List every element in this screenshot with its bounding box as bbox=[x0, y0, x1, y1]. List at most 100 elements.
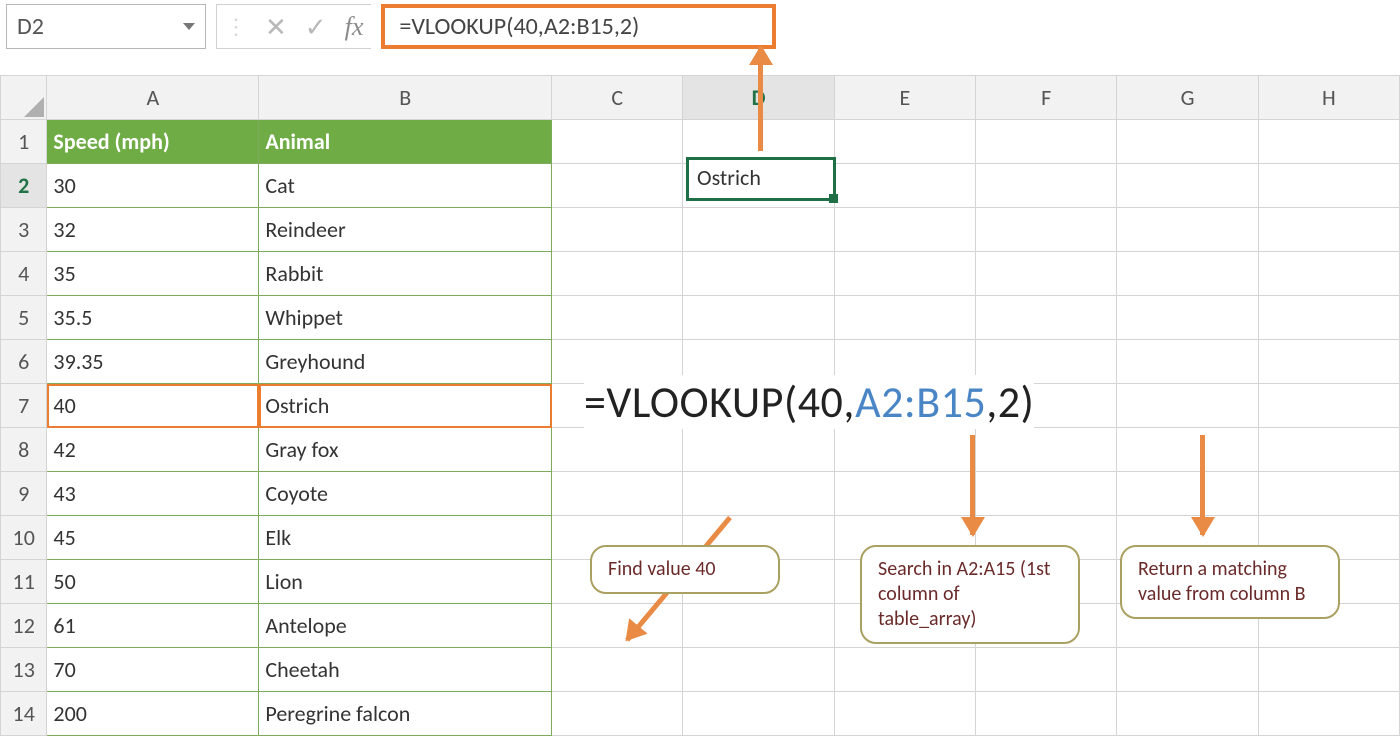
row-header-2[interactable]: 2 bbox=[1, 164, 47, 208]
col-header-F[interactable]: F bbox=[976, 76, 1117, 120]
cell-G3[interactable] bbox=[1117, 208, 1258, 252]
cell-B7[interactable]: Ostrich bbox=[259, 384, 552, 428]
cell-H6[interactable] bbox=[1258, 340, 1399, 384]
enter-icon[interactable]: ✓ bbox=[305, 11, 327, 43]
cell-G13[interactable] bbox=[1117, 648, 1258, 692]
cell-B8[interactable]: Gray fox bbox=[259, 428, 552, 472]
cell-A5[interactable]: 35.5 bbox=[47, 296, 259, 340]
cell-A2[interactable]: 30 bbox=[47, 164, 259, 208]
row-header-12[interactable]: 12 bbox=[1, 604, 47, 648]
select-all-corner[interactable] bbox=[1, 76, 47, 120]
cell-B12[interactable]: Antelope bbox=[259, 604, 552, 648]
cell-B2[interactable]: Cat bbox=[259, 164, 552, 208]
cell-G4[interactable] bbox=[1117, 252, 1258, 296]
col-header-G[interactable]: G bbox=[1117, 76, 1258, 120]
cell-G6[interactable] bbox=[1117, 340, 1258, 384]
cell-F1[interactable] bbox=[976, 120, 1117, 164]
cell-B11[interactable]: Lion bbox=[259, 560, 552, 604]
col-header-A[interactable]: A bbox=[47, 76, 259, 120]
cell-C12[interactable] bbox=[552, 604, 683, 648]
row-header-7[interactable]: 7 bbox=[1, 384, 47, 428]
cell-G8[interactable] bbox=[1117, 428, 1258, 472]
cell-B13[interactable]: Cheetah bbox=[259, 648, 552, 692]
cell-A9[interactable]: 43 bbox=[47, 472, 259, 516]
row-header-1[interactable]: 1 bbox=[1, 120, 47, 164]
row-header-6[interactable]: 6 bbox=[1, 340, 47, 384]
cell-G14[interactable] bbox=[1117, 692, 1258, 736]
cell-D13[interactable] bbox=[683, 648, 834, 692]
formula-input[interactable]: =VLOOKUP(40,A2:B15,2) bbox=[381, 4, 776, 49]
cell-B4[interactable]: Rabbit bbox=[259, 252, 552, 296]
row-header-3[interactable]: 3 bbox=[1, 208, 47, 252]
row-header-14[interactable]: 14 bbox=[1, 692, 47, 736]
col-header-C[interactable]: C bbox=[552, 76, 683, 120]
cell-A14[interactable]: 200 bbox=[47, 692, 259, 736]
cell-G2[interactable] bbox=[1117, 164, 1258, 208]
chevron-down-icon[interactable] bbox=[183, 23, 195, 30]
row-header-13[interactable]: 13 bbox=[1, 648, 47, 692]
row-header-9[interactable]: 9 bbox=[1, 472, 47, 516]
cell-D8[interactable] bbox=[683, 428, 834, 472]
cell-D3[interactable] bbox=[683, 208, 834, 252]
cell-A7[interactable]: 40 bbox=[47, 384, 259, 428]
cell-H2[interactable] bbox=[1258, 164, 1399, 208]
row-header-8[interactable]: 8 bbox=[1, 428, 47, 472]
cell-H8[interactable] bbox=[1258, 428, 1399, 472]
row-header-10[interactable]: 10 bbox=[1, 516, 47, 560]
row-header-11[interactable]: 11 bbox=[1, 560, 47, 604]
cell-H5[interactable] bbox=[1258, 296, 1399, 340]
cell-G9[interactable] bbox=[1117, 472, 1258, 516]
cell-H7[interactable] bbox=[1258, 384, 1399, 428]
cell-C5[interactable] bbox=[552, 296, 683, 340]
cell-E3[interactable] bbox=[834, 208, 975, 252]
cell-D5[interactable] bbox=[683, 296, 834, 340]
cell-A11[interactable]: 50 bbox=[47, 560, 259, 604]
cell-E13[interactable] bbox=[834, 648, 975, 692]
cell-D9[interactable] bbox=[683, 472, 834, 516]
cell-F3[interactable] bbox=[976, 208, 1117, 252]
cell-A4[interactable]: 35 bbox=[47, 252, 259, 296]
cell-F13[interactable] bbox=[976, 648, 1117, 692]
cell-A12[interactable]: 61 bbox=[47, 604, 259, 648]
col-header-E[interactable]: E bbox=[834, 76, 975, 120]
cell-A6[interactable]: 39.35 bbox=[47, 340, 259, 384]
cell-F14[interactable] bbox=[976, 692, 1117, 736]
active-cell[interactable]: Ostrich bbox=[686, 157, 836, 201]
cell-E2[interactable] bbox=[834, 164, 975, 208]
cell-H3[interactable] bbox=[1258, 208, 1399, 252]
cell-E9[interactable] bbox=[834, 472, 975, 516]
cell-G1[interactable] bbox=[1117, 120, 1258, 164]
cell-H9[interactable] bbox=[1258, 472, 1399, 516]
cell-G7[interactable] bbox=[1117, 384, 1258, 428]
cell-E1[interactable] bbox=[834, 120, 975, 164]
col-header-H[interactable]: H bbox=[1258, 76, 1399, 120]
cell-F5[interactable] bbox=[976, 296, 1117, 340]
cell-E14[interactable] bbox=[834, 692, 975, 736]
cell-D4[interactable] bbox=[683, 252, 834, 296]
cell-H4[interactable] bbox=[1258, 252, 1399, 296]
cell-B3[interactable]: Reindeer bbox=[259, 208, 552, 252]
cell-E8[interactable] bbox=[834, 428, 975, 472]
cell-A10[interactable]: 45 bbox=[47, 516, 259, 560]
row-header-5[interactable]: 5 bbox=[1, 296, 47, 340]
cell-B6[interactable]: Greyhound bbox=[259, 340, 552, 384]
cell-B1[interactable]: Animal bbox=[259, 120, 552, 164]
cell-C8[interactable] bbox=[552, 428, 683, 472]
cell-B14[interactable]: Peregrine falcon bbox=[259, 692, 552, 736]
cell-C13[interactable] bbox=[552, 648, 683, 692]
cell-F4[interactable] bbox=[976, 252, 1117, 296]
cell-B10[interactable]: Elk bbox=[259, 516, 552, 560]
cell-A13[interactable]: 70 bbox=[47, 648, 259, 692]
cell-C14[interactable] bbox=[552, 692, 683, 736]
name-box[interactable]: D2 bbox=[6, 4, 206, 49]
cell-D12[interactable] bbox=[683, 604, 834, 648]
cell-C2[interactable] bbox=[552, 164, 683, 208]
cell-A1[interactable]: Speed (mph) bbox=[47, 120, 259, 164]
fx-icon[interactable]: fx bbox=[345, 12, 364, 42]
cell-C3[interactable] bbox=[552, 208, 683, 252]
cell-F8[interactable] bbox=[976, 428, 1117, 472]
cell-A8[interactable]: 42 bbox=[47, 428, 259, 472]
cell-C4[interactable] bbox=[552, 252, 683, 296]
cancel-icon[interactable]: ✕ bbox=[265, 11, 287, 43]
col-header-B[interactable]: B bbox=[259, 76, 552, 120]
